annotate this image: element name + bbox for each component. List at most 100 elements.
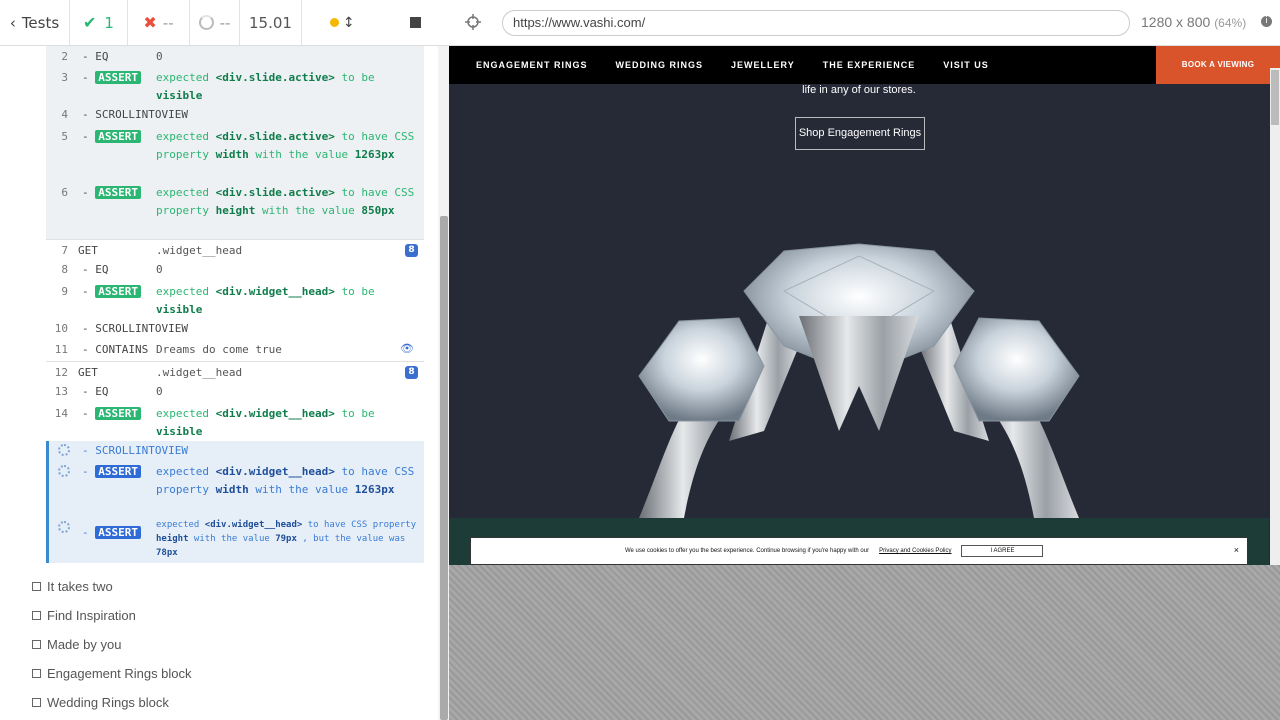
circle-icon [198,15,214,30]
close-icon[interactable]: × [1234,545,1239,555]
checkbox-icon [32,640,41,649]
command-name: - EQ [82,385,109,398]
command-log: 2 - EQ 0 3 - ASSERT expected <div.slide.… [0,46,449,720]
log-row[interactable]: 7 GET .widget__head 8 [46,239,424,260]
row-number: 10 [54,322,68,335]
viewport-dimensions: 1280 x 800 [1141,14,1211,30]
command-message: 0 [156,263,163,276]
ring-image [638,243,1080,518]
running-dot-icon [329,18,339,27]
log-row[interactable]: 5 - ASSERT expected <div.slide.active> t… [46,126,424,182]
privacy-policy-link[interactable]: Privacy and Cookies Policy [879,548,951,554]
test-item[interactable]: Wedding Rings block [32,695,169,710]
log-row-active[interactable]: - ASSERT expected <div.widget__head> to … [46,462,424,518]
nav-wedding-rings[interactable]: WEDDING RINGS [616,60,704,70]
command-name: - ASSERT [82,184,141,202]
command-message: 0 [156,50,163,63]
log-row[interactable]: 12 GET .widget__head 8 [46,361,424,382]
command-name: - ASSERT [82,524,141,542]
row-number: 6 [61,186,68,199]
command-name: GET [78,366,98,379]
viewport-background [449,565,1280,720]
log-row[interactable]: 8 - EQ 0 [46,260,424,281]
command-name: - SCROLLINTOVIEW [82,108,188,121]
log-row[interactable]: 3 - ASSERT expected <div.slide.active> t… [46,67,424,105]
command-message: expected <div.slide.active> to be visibl… [156,71,375,102]
log-row[interactable]: 14 - ASSERT expected <div.widget__head> … [46,403,424,441]
command-message: Dreams do come true [156,343,282,356]
cookie-text: We use cookies to offer you the best exp… [625,548,870,554]
viewport-scale: (64%) [1214,16,1247,30]
nav-the-experience[interactable]: THE EXPERIENCE [823,60,916,70]
url-input[interactable]: https://www.vashi.com/ [502,10,1130,36]
stop-icon[interactable] [410,17,422,28]
row-number: 5 [61,130,68,143]
checkbox-icon [32,582,41,591]
command-name: - EQ [82,50,109,63]
command-message: .widget__head [156,244,243,257]
aut-header: https://www.vashi.com/ 1280 x 800 (64%) … [449,0,1280,46]
tests-label: Tests [21,13,60,32]
log-row[interactable]: 2 - EQ 0 [46,46,424,67]
test-item[interactable]: Made by you [32,637,121,652]
command-message: expected <div.slide.active> to have CSS … [156,186,415,217]
log-row-active[interactable]: - SCROLLINTOVIEW [46,441,424,462]
book-viewing-button[interactable]: BOOK A VIEWING [1156,46,1280,84]
log-row[interactable]: 10 - SCROLLINTOVIEW [46,319,424,340]
x-icon: ✖ [143,13,157,32]
command-name: - ASSERT [82,69,141,87]
auto-scroll-toggle[interactable]: ↕ [329,14,355,31]
log-list: 2 - EQ 0 3 - ASSERT expected <div.slide.… [46,46,424,563]
row-number: 2 [61,50,68,63]
passed-number: 1 [104,13,114,32]
shop-engagement-rings-button[interactable]: Shop Engagement Rings [795,117,925,150]
failed-count[interactable]: ✖ -- [128,0,190,45]
log-scrollbar-thumb[interactable] [440,216,448,720]
updown-arrow-icon: ↕ [342,14,355,31]
cookie-agree-button[interactable]: I AGREE [961,545,1044,557]
duration: 15.01 [240,0,302,45]
selector-playground-icon[interactable] [465,14,481,30]
row-number: 9 [61,285,68,298]
checkbox-icon [32,669,41,678]
pending-count[interactable]: -- [190,0,240,45]
log-row-active[interactable]: - ASSERT expected <div.widget__head> to … [46,518,424,563]
viewport-size[interactable]: 1280 x 800 (64%) [1141,14,1246,30]
log-row[interactable]: 11 - CONTAINS Dreams do come true 👁 [46,340,424,361]
row-number: 11 [54,343,68,356]
test-title: Engagement Rings block [47,666,192,681]
passed-count[interactable]: ✔ 1 [70,0,128,45]
log-row[interactable]: 9 - ASSERT expected <div.widget__head> t… [46,281,424,319]
frame-scrollbar-thumb[interactable] [1271,70,1279,125]
command-name: - ASSERT [82,405,141,423]
checkbox-icon [32,698,41,707]
command-message: expected <div.widget__head> to be visibl… [156,285,375,316]
test-title: Find Inspiration [47,608,136,623]
command-message: expected <div.widget__head> to be visibl… [156,407,375,438]
tests-back-button[interactable]: ‹ Tests [0,0,70,45]
row-number: 14 [54,407,68,420]
spinner-icon [58,444,70,456]
test-item[interactable]: It takes two [32,579,113,594]
chevron-left-icon: ‹ [9,13,16,32]
spinner-icon [58,465,70,477]
log-row[interactable]: 4 - SCROLLINTOVIEW [46,105,424,126]
log-row[interactable]: 13 - EQ 0 [46,382,424,403]
command-name: - ASSERT [82,463,141,481]
element-count-badge: 8 [405,366,418,379]
checkbox-icon [32,611,41,620]
test-item[interactable]: Engagement Rings block [32,666,192,681]
command-name: - EQ [82,263,109,276]
row-number: 8 [61,263,68,276]
command-name: - SCROLLINTOVIEW [82,444,188,457]
nav-engagement-rings[interactable]: ENGAGEMENT RINGS [476,60,588,70]
nav-visit-us[interactable]: VISIT US [943,60,989,70]
nav-jewellery[interactable]: JEWELLERY [731,60,795,70]
test-item[interactable]: Find Inspiration [32,608,136,623]
info-icon[interactable]: i [1261,16,1272,27]
eye-icon[interactable]: 👁 [400,340,414,358]
frame-scrollbar-track[interactable] [1270,68,1280,565]
row-number: 13 [54,385,68,398]
command-message: 0 [156,385,163,398]
log-row[interactable]: 6 - ASSERT expected <div.slide.active> t… [46,182,424,239]
